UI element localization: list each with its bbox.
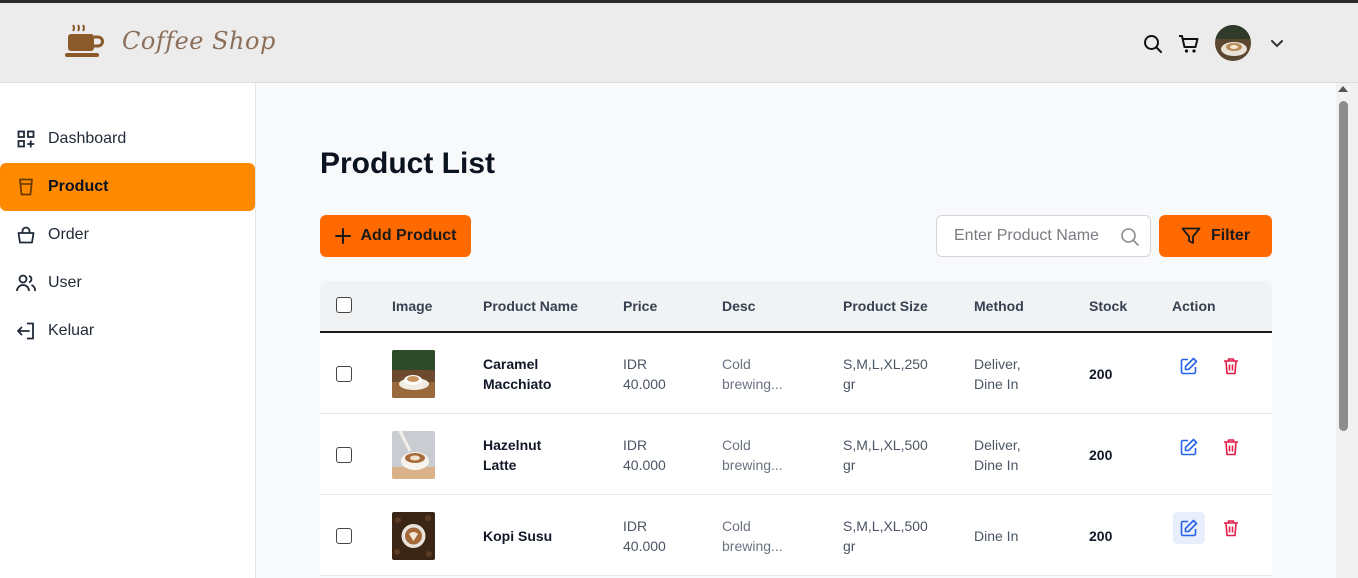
column-header-price[interactable]: Price (623, 281, 657, 331)
product-desc: Cold brewing... (722, 436, 783, 473)
page-title: Product List (320, 147, 496, 180)
scroll-up-arrow-icon[interactable] (1338, 86, 1348, 92)
column-header-action: Action (1172, 298, 1216, 314)
delete-button[interactable] (1215, 325, 1247, 406)
row-checkbox[interactable] (336, 414, 352, 495)
plus-icon (334, 228, 351, 244)
edit-icon (1180, 357, 1198, 374)
search-input[interactable] (937, 216, 1117, 256)
sidebar-item-dashboard[interactable]: Dashboard (0, 115, 255, 163)
table-row: Caramel Macchiato IDR 40.000 Cold brewing..… (320, 333, 1272, 414)
trash-icon (1224, 438, 1238, 455)
sidebar-item-label: Dashboard (48, 130, 127, 147)
select-all-checkbox[interactable] (336, 297, 352, 313)
column-header-desc[interactable]: Desc (722, 281, 755, 331)
chevron-down-icon[interactable] (1266, 33, 1288, 55)
product-name: Kopi Susu (483, 527, 553, 544)
product-image (392, 414, 435, 495)
main-content: Product List Add Product Filter Image Pr… (256, 83, 1336, 578)
table-header: Image Product Name Price Desc Product Si… (320, 281, 1272, 333)
dashboard-icon (16, 129, 36, 149)
table-row: Hazelnut Latte IDR 40.000 Cold brewing... S… (320, 414, 1272, 495)
trash-icon (1224, 519, 1238, 536)
filter-label: Filter (1210, 227, 1251, 244)
row-checkbox[interactable] (336, 333, 352, 414)
product-price: IDR 40.000 (623, 517, 666, 554)
product-method: Deliver, Dine In (974, 436, 1021, 473)
product-image (392, 495, 435, 576)
edit-button[interactable] (1173, 487, 1205, 568)
edit-icon (1180, 519, 1198, 536)
sidebar-item-label: Order (48, 226, 89, 243)
sidebar-item-label: User (48, 274, 82, 291)
logo-text: Coffee Shop (122, 27, 276, 55)
search-box (936, 215, 1151, 257)
sidebar: Dashboard Product Order User Keluar (0, 83, 256, 578)
product-name: Caramel Macchiato (483, 355, 552, 392)
product-image (392, 333, 435, 414)
page-scrollbar[interactable] (1336, 83, 1358, 578)
product-stock: 200 (1089, 365, 1113, 382)
sidebar-item-product[interactable]: Product (0, 163, 255, 211)
product-size: S,M,L,XL,500 gr (843, 436, 928, 473)
product-desc: Cold brewing... (722, 355, 783, 392)
column-header-product-name[interactable]: Product Name (483, 281, 578, 331)
delete-button[interactable] (1215, 487, 1247, 568)
users-icon (16, 273, 36, 293)
product-stock: 200 (1089, 527, 1113, 544)
delete-button[interactable] (1215, 406, 1247, 487)
add-product-label: Add Product (360, 227, 457, 244)
column-header-method[interactable]: Method (974, 281, 1024, 331)
product-stock: 200 (1089, 446, 1113, 463)
column-header-product-size[interactable]: Product Size (843, 281, 928, 331)
row-checkbox[interactable] (336, 495, 352, 576)
sidebar-item-label: Product (48, 178, 109, 195)
bag-icon (16, 225, 36, 245)
trash-icon (1224, 357, 1238, 374)
avatar[interactable] (1215, 25, 1251, 61)
coffee-cup-logo-icon (65, 24, 104, 57)
product-method: Dine In (974, 527, 1019, 544)
table-row: Kopi Susu IDR 40.000 Cold brewing... S,M,L… (320, 495, 1272, 576)
top-header: Coffee Shop (0, 3, 1358, 83)
cup-icon (16, 177, 36, 197)
cart-icon[interactable] (1178, 33, 1200, 55)
search-icon[interactable] (1142, 33, 1164, 55)
filter-icon (1181, 227, 1201, 244)
column-header-stock[interactable]: Stock (1089, 281, 1127, 331)
column-header-image[interactable]: Image (392, 281, 432, 331)
sidebar-item-label: Keluar (48, 322, 95, 339)
edit-button[interactable] (1173, 406, 1205, 487)
sidebar-item-user[interactable]: User (0, 259, 255, 307)
product-table: Image Product Name Price Desc Product Si… (320, 281, 1272, 576)
logo[interactable]: Coffee Shop (64, 23, 276, 59)
product-method: Deliver, Dine In (974, 355, 1021, 392)
search-icon[interactable] (1120, 227, 1140, 247)
product-price: IDR 40.000 (623, 355, 666, 392)
product-price: IDR 40.000 (623, 436, 666, 473)
logout-icon (16, 321, 36, 341)
sidebar-item-order[interactable]: Order (0, 211, 255, 259)
sidebar-item-keluar[interactable]: Keluar (0, 307, 255, 355)
filter-button[interactable]: Filter (1159, 215, 1272, 257)
scrollbar-thumb[interactable] (1339, 101, 1348, 431)
edit-icon (1180, 438, 1198, 455)
product-desc: Cold brewing... (722, 517, 783, 554)
edit-button[interactable] (1173, 325, 1205, 406)
product-size: S,M,L,XL,500 gr (843, 517, 928, 554)
product-name: Hazelnut Latte (483, 436, 542, 473)
add-product-button[interactable]: Add Product (320, 215, 471, 257)
product-size: S,M,L,XL,250 gr (843, 355, 928, 392)
